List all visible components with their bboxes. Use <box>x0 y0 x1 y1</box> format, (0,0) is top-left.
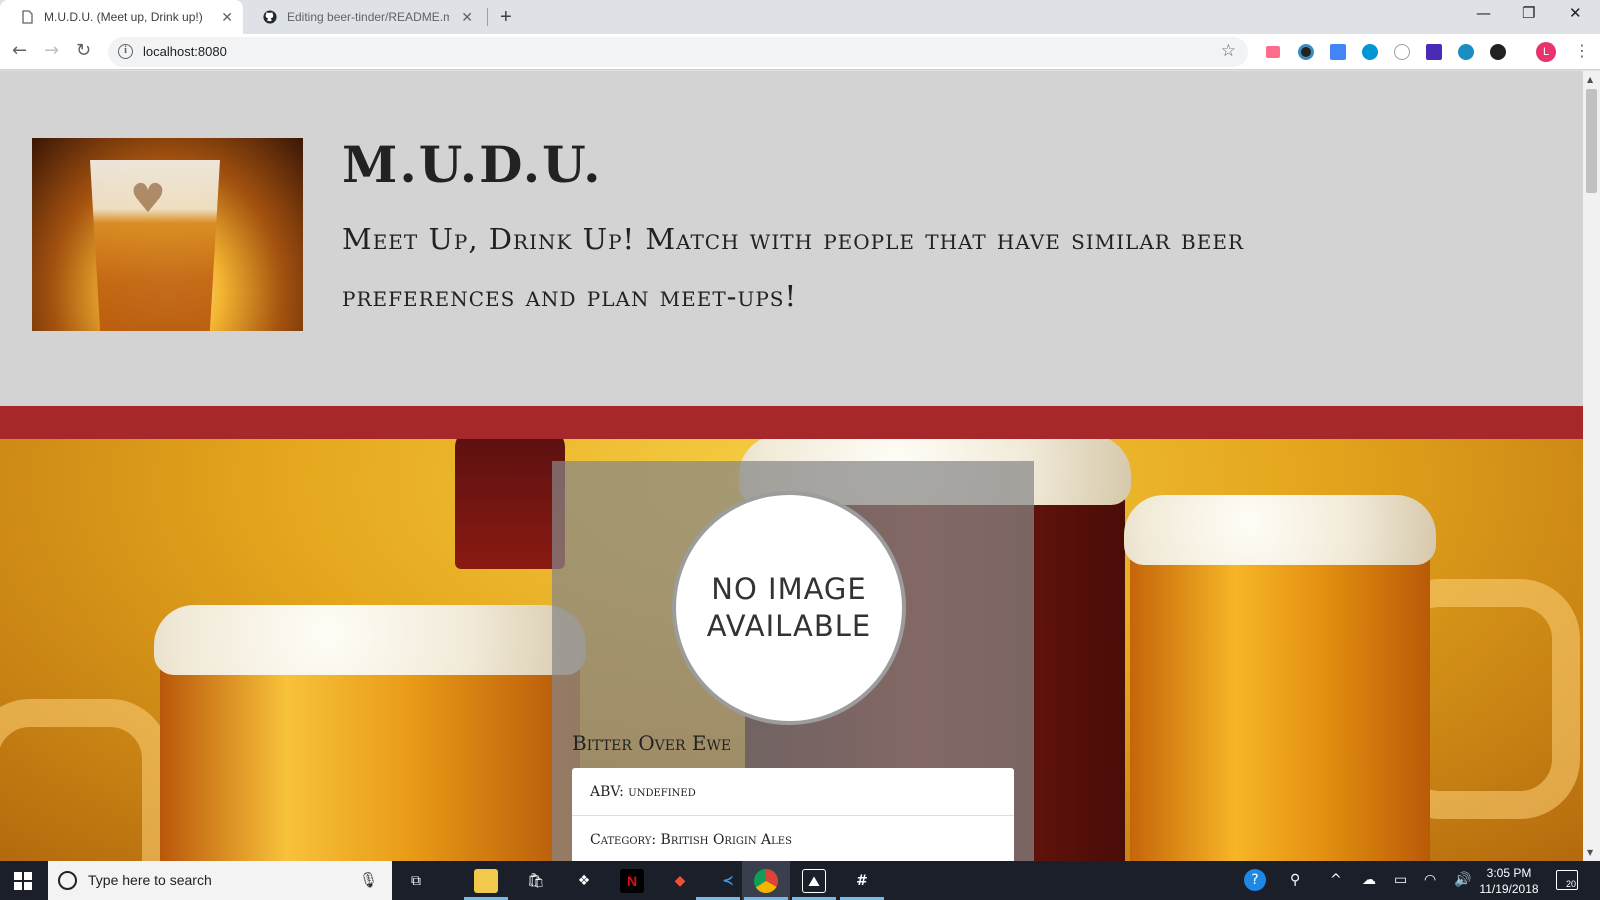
scroll-up-icon[interactable]: ▲ <box>1587 75 1593 84</box>
bookmark-star-icon[interactable]: ☆ <box>1221 41 1236 61</box>
mug-handle-shape <box>0 699 170 861</box>
netflix-icon[interactable]: N <box>620 869 644 893</box>
browser-toolbar: ← → ↻ i localhost:8080 ☆ L ⋮ <box>0 34 1600 70</box>
abv-text: ABV: undefined <box>590 784 696 800</box>
close-tab-icon[interactable]: ✕ <box>461 9 473 26</box>
battery-icon[interactable]: ▭ <box>1394 872 1407 888</box>
new-tab-button[interactable]: + <box>500 6 512 29</box>
foam-shape <box>154 605 586 675</box>
category-text: Category: British Origin Ales <box>590 832 792 848</box>
chevron-up-icon[interactable]: ^ <box>1330 872 1342 888</box>
cortana-icon <box>58 871 77 890</box>
circle-extension-icon[interactable] <box>1394 44 1410 60</box>
taskbar-search-input[interactable]: Type here to search 🎙 <box>48 861 392 900</box>
lager-mug <box>1124 495 1436 861</box>
tab-title: M.U.D.U. (Meet up, Drink up!) <box>44 10 203 24</box>
page-icon <box>22 10 33 24</box>
chrome-icon[interactable] <box>754 869 778 893</box>
menu-dots-icon[interactable]: ⋮ <box>1574 41 1590 60</box>
site-tagline: Meet Up, Drink Up! Match with people tha… <box>342 222 1245 313</box>
dropbox-icon[interactable]: ❖ <box>572 869 596 893</box>
cast-icon[interactable] <box>1266 46 1280 58</box>
site-title: M.U.D.U. <box>342 135 603 194</box>
browser-tab-strip: M.U.D.U. (Meet up, Drink up!) ✕ Editing … <box>0 0 1600 34</box>
tab-separator <box>487 8 488 26</box>
tab-mudu[interactable]: M.U.D.U. (Meet up, Drink up!) ✕ <box>0 0 243 34</box>
red-divider-band <box>0 406 1583 439</box>
tab-github-readme[interactable]: Editing beer-tinder/README.md ✕ <box>243 0 483 34</box>
restore-button[interactable]: ❐ <box>1522 4 1535 22</box>
notification-center-icon[interactable]: 20 <box>1556 870 1578 890</box>
beer-image-placeholder: NO IMAGE AVAILABLE <box>672 491 906 725</box>
system-clock[interactable]: 3:05 PM 11/19/2018 <box>1474 865 1544 897</box>
placeholder-line: AVAILABLE <box>706 609 872 643</box>
mail-extension-icon[interactable] <box>1426 44 1442 60</box>
pen-extension-icon[interactable] <box>1330 44 1346 60</box>
minimize-button[interactable]: — <box>1476 4 1491 22</box>
scroll-down-icon[interactable]: ▼ <box>1587 848 1593 857</box>
microphone-icon[interactable]: 🎙 <box>359 871 378 889</box>
slack-icon[interactable]: # <box>850 869 874 893</box>
photos-icon[interactable]: ⛰ <box>802 869 826 893</box>
camera-extension-icon[interactable] <box>1298 44 1314 60</box>
site-header: ♥ M.U.D.U. Meet Up, Drink Up! Match with… <box>0 71 1583 406</box>
dark-extension-icon[interactable] <box>1490 44 1506 60</box>
placeholder-line: NO IMAGE <box>711 572 867 606</box>
beer-details-list: ABV: undefined Category: British Origin … <box>572 768 1014 861</box>
wifi-icon[interactable]: ◠ <box>1424 872 1436 888</box>
store-icon[interactable]: 🛍 <box>524 869 548 893</box>
beer-name: Bitter Over Ewe <box>572 731 732 755</box>
clock-date: 11/19/2018 <box>1479 882 1539 896</box>
list-item: ABV: undefined <box>572 768 1014 816</box>
github-icon <box>263 10 277 24</box>
info-icon[interactable]: i <box>118 44 133 59</box>
notification-count: 20 <box>1565 879 1576 889</box>
git-icon[interactable]: ◆ <box>668 869 692 893</box>
scroll-thumb[interactable] <box>1586 89 1597 193</box>
tab-title: Editing beer-tinder/README.md <box>287 10 450 24</box>
page-viewport: ♥ M.U.D.U. Meet Up, Drink Up! Match with… <box>0 71 1583 861</box>
help-icon[interactable]: ? <box>1244 869 1266 891</box>
address-bar[interactable]: i localhost:8080 ☆ <box>108 37 1248 67</box>
heart-foam-icon: ♥ <box>130 176 166 222</box>
clock-time: 3:05 PM <box>1486 866 1532 880</box>
back-arrow-icon[interactable]: ← <box>12 40 27 61</box>
windows-start-icon[interactable] <box>14 872 32 890</box>
file-explorer-icon[interactable] <box>474 869 498 893</box>
beer-logo-image: ♥ <box>32 138 303 331</box>
onedrive-icon[interactable]: ☁ <box>1362 872 1376 888</box>
volume-icon[interactable]: 🔊 <box>1454 872 1471 888</box>
address-url: localhost:8080 <box>143 44 227 59</box>
windows-taskbar: Type here to search 🎙 ⧉ 🛍 ❖ N ◆ ≺ ⛰ # ? … <box>0 861 1600 900</box>
forward-arrow-icon[interactable]: → <box>44 40 59 61</box>
people-icon[interactable]: ⚲ <box>1290 872 1300 888</box>
lager-mug <box>154 605 586 861</box>
list-item: Category: British Origin Ales <box>572 816 1014 861</box>
page-scrollbar[interactable]: ▲ ▼ <box>1583 71 1600 861</box>
profile-avatar[interactable]: L <box>1536 42 1556 62</box>
reload-icon[interactable]: ↻ <box>76 40 91 61</box>
close-window-button[interactable]: ✕ <box>1569 4 1582 22</box>
hp-icon[interactable] <box>1362 44 1378 60</box>
beer-card: NO IMAGE AVAILABLE Bitter Over Ewe ABV: … <box>552 461 1034 861</box>
m-extension-icon[interactable] <box>1458 44 1474 60</box>
task-view-icon[interactable]: ⧉ <box>404 869 428 893</box>
vscode-icon[interactable]: ≺ <box>716 869 740 893</box>
close-tab-icon[interactable]: ✕ <box>221 9 233 26</box>
search-placeholder: Type here to search <box>88 872 212 888</box>
foam-shape <box>1124 495 1436 565</box>
dark-beer-mug <box>455 439 565 569</box>
